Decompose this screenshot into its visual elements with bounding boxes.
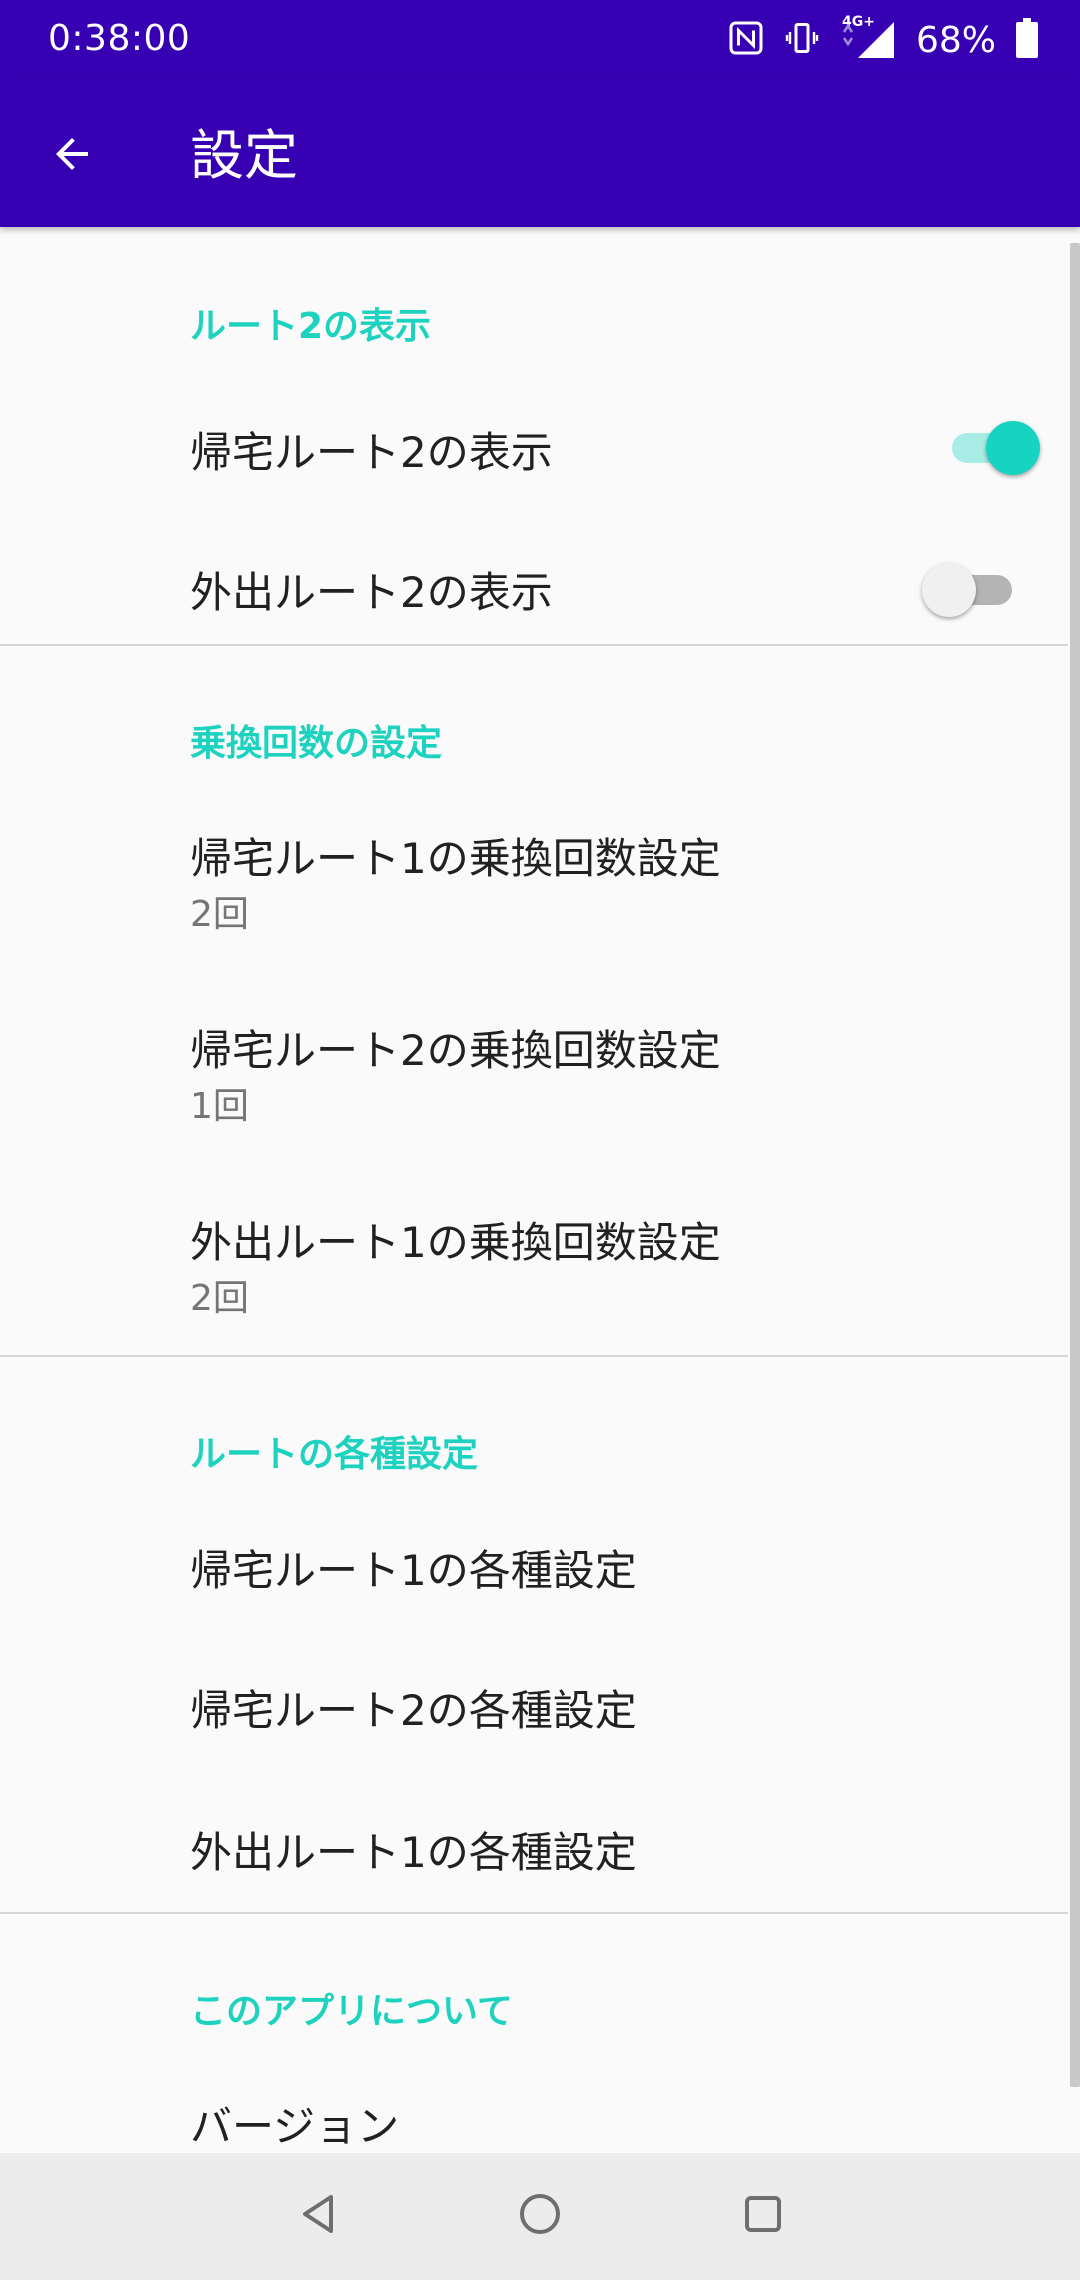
pref-title: 外出ルート1の乗換回数設定 <box>190 1218 721 1267</box>
pref-title: 外出ルート1の各種設定 <box>190 1828 637 1877</box>
nav-back-button[interactable] <box>286 2181 356 2251</box>
pref-home-route2-transfer[interactable]: 帰宅ルート2の乗換回数設定 1回 <box>0 979 1068 1171</box>
back-triangle-icon <box>297 2190 345 2242</box>
nav-home-button[interactable] <box>505 2181 575 2251</box>
category-about-app: このアプリについて <box>190 1991 513 2032</box>
pref-title: 外出ルート2の表示 <box>190 568 553 617</box>
category-route2-display: ルート2の表示 <box>190 306 432 347</box>
home-circle-icon <box>516 2190 564 2242</box>
status-icons: 4G+ 68% <box>728 14 1038 64</box>
section-divider <box>0 1355 1068 1357</box>
pref-home-route1-transfer[interactable]: 帰宅ルート1の乗換回数設定 2回 <box>0 787 1068 979</box>
nav-recents-button[interactable] <box>728 2181 798 2251</box>
section-divider <box>0 644 1068 646</box>
pref-home-route2-display[interactable]: 帰宅ルート2の表示 <box>0 377 1068 517</box>
back-button[interactable] <box>30 114 114 198</box>
nfc-icon <box>728 20 764 60</box>
status-bar: 0:38:00 4G+ 68% <box>0 0 1080 80</box>
out-route2-display-switch[interactable] <box>922 559 1018 619</box>
signal-icon: 4G+ <box>840 14 896 60</box>
battery-percent: 68% <box>915 19 996 61</box>
pref-out-route1-transfer[interactable]: 外出ルート1の乗換回数設定 2回 <box>0 1171 1068 1363</box>
category-route-settings: ルートの各種設定 <box>190 1434 479 1475</box>
pref-summary: 2回 <box>190 1278 249 1319</box>
pref-out-route1-settings[interactable]: 外出ルート1の各種設定 <box>0 1777 1068 1917</box>
pref-title: 帰宅ルート2の表示 <box>190 428 553 477</box>
pref-summary: 2回 <box>190 894 249 935</box>
recents-square-icon <box>739 2190 787 2242</box>
battery-icon <box>1016 18 1038 62</box>
switch-thumb <box>986 421 1040 475</box>
pref-title: 帰宅ルート2の各種設定 <box>190 1686 637 1735</box>
pref-home-route1-settings[interactable]: 帰宅ルート1の各種設定 <box>0 1497 1068 1637</box>
home-route2-display-switch[interactable] <box>946 417 1040 477</box>
pref-summary: 1回 <box>190 1086 249 1127</box>
page-title: 設定 <box>190 124 298 187</box>
pref-title: 帰宅ルート2の乗換回数設定 <box>190 1026 721 1075</box>
pref-out-route2-display[interactable]: 外出ルート2の表示 <box>0 517 1068 657</box>
navigation-bar <box>0 2153 1080 2280</box>
app-bar: 設定 <box>0 80 1080 227</box>
category-transfer-count: 乗換回数の設定 <box>190 723 443 764</box>
pref-title: 帰宅ルート1の各種設定 <box>190 1546 637 1595</box>
pref-home-route2-settings[interactable]: 帰宅ルート2の各種設定 <box>0 1637 1068 1777</box>
pref-title: バージョン <box>190 2102 400 2151</box>
settings-screen: 0:38:00 4G+ 68% 設定 ルート2の表示 帰宅ルート2の表示 外出ル… <box>0 0 1080 2280</box>
pref-title: 帰宅ルート1の乗換回数設定 <box>190 834 721 883</box>
pref-version[interactable]: バージョン <box>0 2057 1068 2153</box>
section-divider <box>0 1912 1068 1914</box>
switch-thumb <box>922 563 976 617</box>
vibrate-icon <box>784 20 820 60</box>
status-time: 0:38:00 <box>48 18 191 59</box>
arrow-back-icon <box>48 130 96 182</box>
scrollbar[interactable] <box>1070 243 1080 2087</box>
settings-list[interactable]: ルート2の表示 帰宅ルート2の表示 外出ルート2の表示 乗換回数の設定 帰宅ルー… <box>0 227 1080 2153</box>
